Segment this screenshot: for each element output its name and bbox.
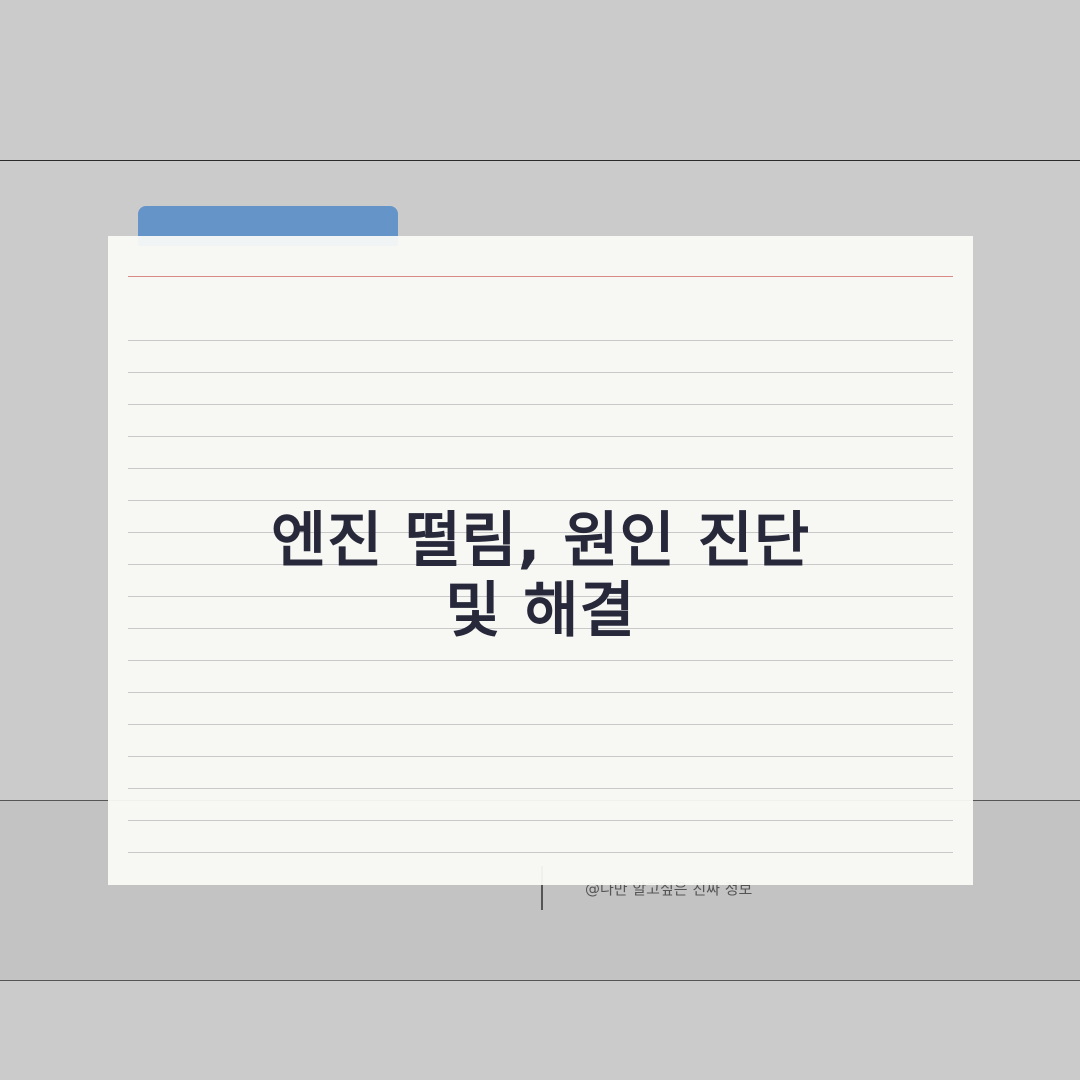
header-margin-line — [128, 276, 953, 277]
ruled-line — [128, 436, 953, 437]
page-title: 엔진 떨림, 원인 진단 및 해결 — [108, 506, 973, 646]
footer-bottom-divider — [0, 980, 1080, 981]
top-divider — [0, 160, 1080, 161]
ruled-line — [128, 820, 953, 821]
ruled-line — [128, 724, 953, 725]
ruled-line — [128, 852, 953, 853]
ruled-line — [128, 756, 953, 757]
title-line-1: 엔진 떨림, 원인 진단 — [270, 506, 811, 576]
ruled-line — [128, 692, 953, 693]
ruled-line — [128, 340, 953, 341]
ruled-line — [128, 404, 953, 405]
ruled-line — [128, 468, 953, 469]
ruled-line — [128, 788, 953, 789]
thumbnail-canvas: @나만 알고싶은 진짜 정보 엔진 떨림, 원인 진단 및 해결 — [0, 0, 1080, 1080]
notebook-card: 엔진 떨림, 원인 진단 및 해결 — [108, 236, 973, 885]
ruled-line — [128, 372, 953, 373]
ruled-line — [128, 500, 953, 501]
title-line-2: 및 해결 — [445, 576, 636, 646]
ruled-line — [128, 660, 953, 661]
